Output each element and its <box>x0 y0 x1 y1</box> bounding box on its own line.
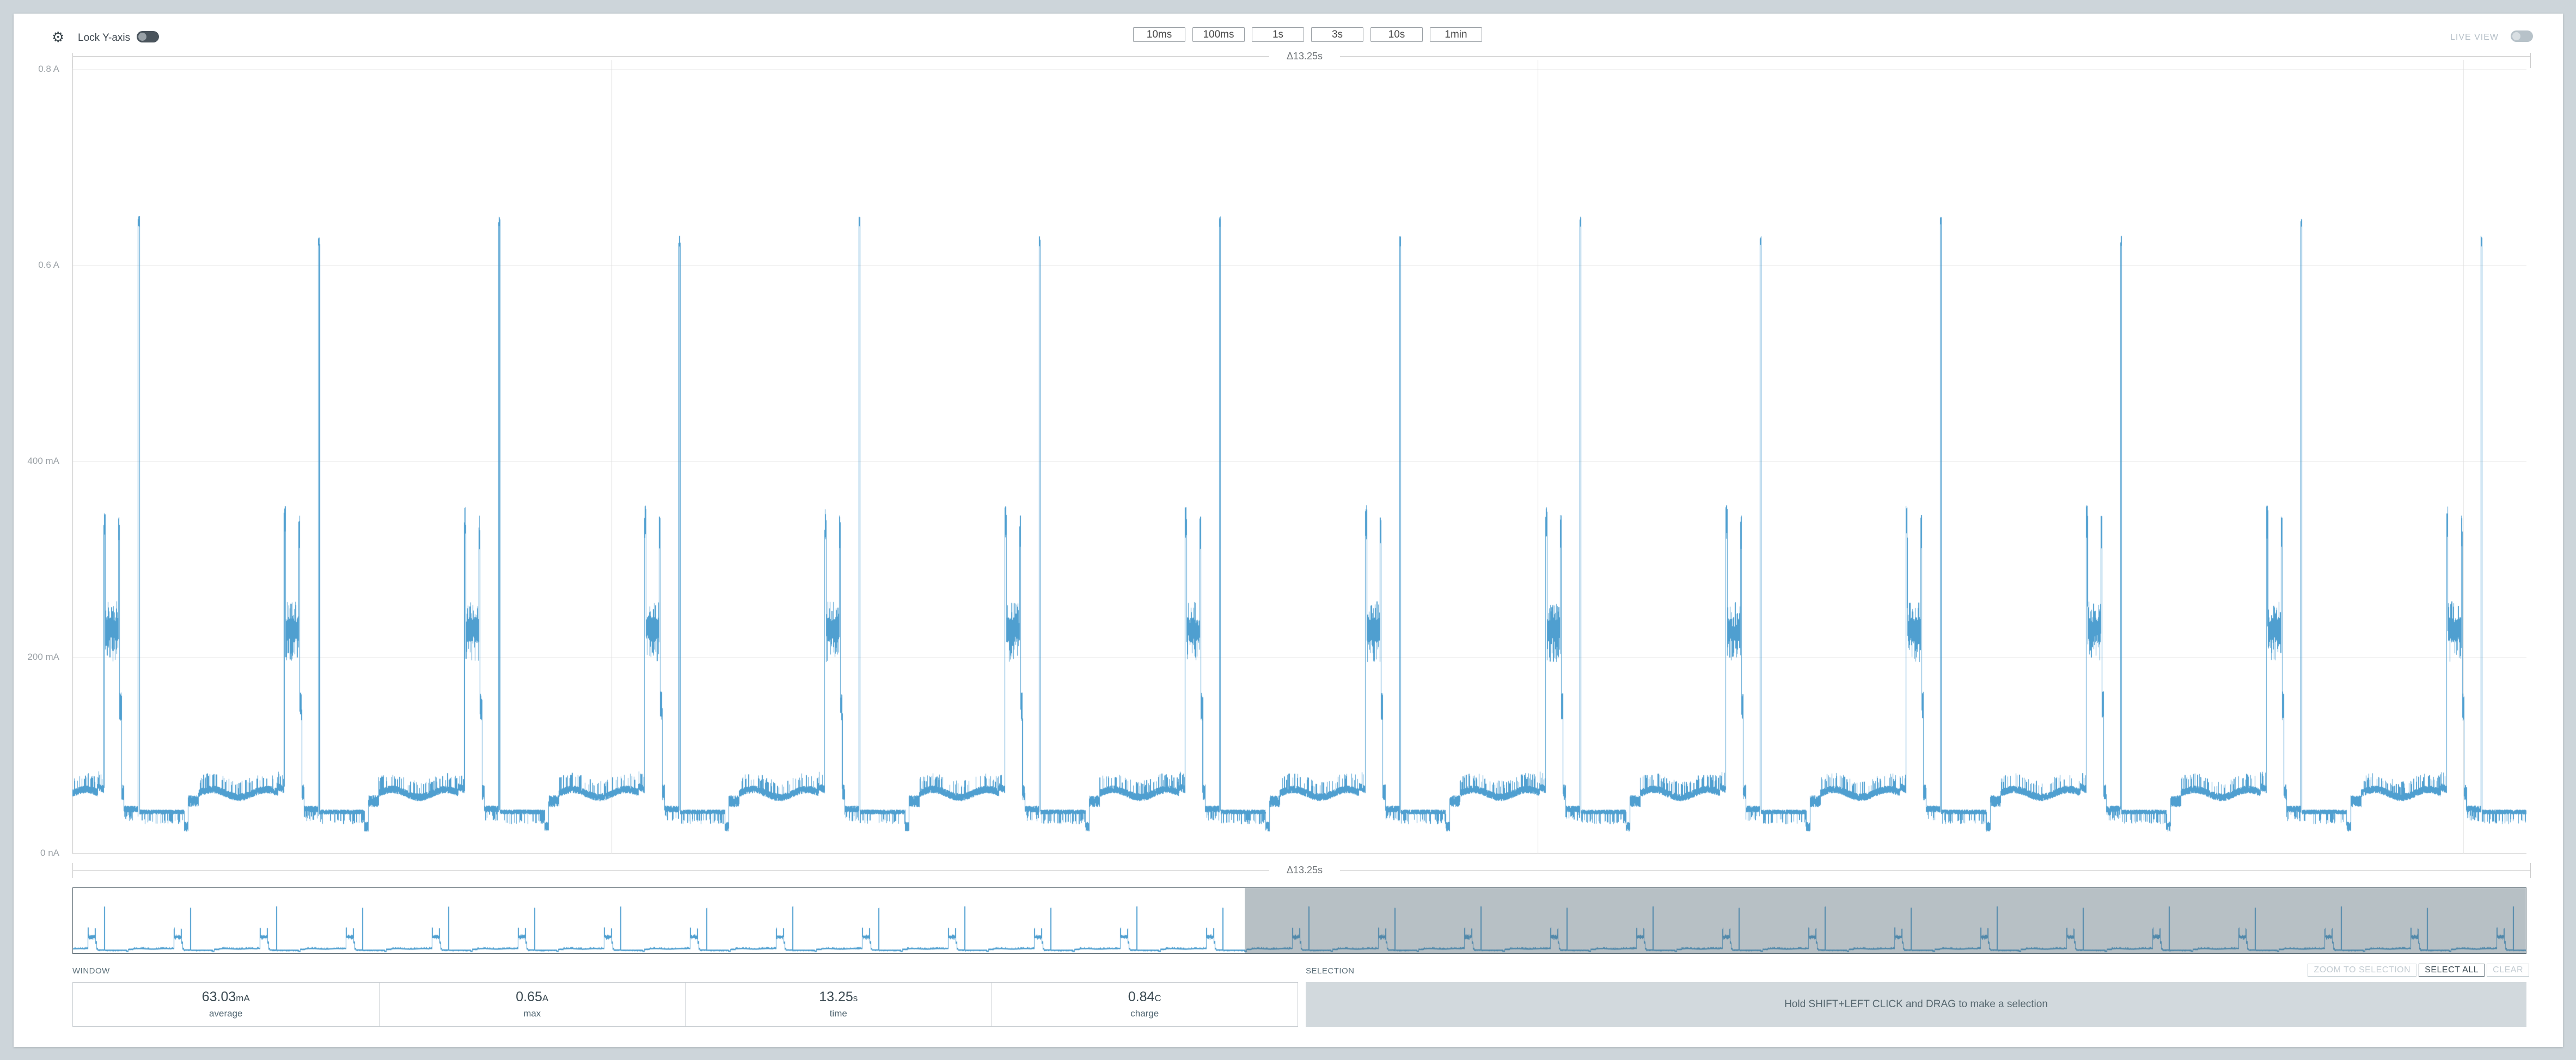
stat-charge-value: 0.84 <box>1128 989 1155 1004</box>
bottom-ruler-tick-right <box>2530 863 2531 878</box>
minimap-outside-window-overlay[interactable] <box>1245 887 2526 954</box>
app-card: ⚙ Lock Y-axis 10ms 100ms 1s 3s 10s 1min … <box>14 14 2563 1047</box>
window-section-label: WINDOW <box>72 966 110 976</box>
y-tick-0.6A: 0.6 A <box>38 260 59 271</box>
zoom-to-selection-button[interactable]: ZOOM TO SELECTION <box>2308 964 2416 977</box>
stat-max-value: 0.65 <box>516 989 542 1004</box>
stat-time-label: time <box>830 1008 847 1019</box>
stat-time: 13.25s time <box>686 983 992 1026</box>
stat-max: 0.65A max <box>380 983 686 1026</box>
y-tick-400mA: 400 mA <box>27 456 59 467</box>
live-view-toggle-knob <box>2512 32 2520 40</box>
lock-y-axis-toggle-knob <box>138 33 146 41</box>
bottom-ruler-line-right <box>1340 870 2531 871</box>
settings-gear-icon[interactable]: ⚙ <box>52 30 64 44</box>
selection-hint-text: Hold SHIFT+LEFT CLICK and DRAG to make a… <box>1784 998 2048 1010</box>
clear-selection-button[interactable]: CLEAR <box>2487 964 2529 977</box>
bottom-delta-label: Δ13.25s <box>1279 865 1330 876</box>
stat-average: 63.03mA average <box>73 983 380 1026</box>
window-button-10s[interactable]: 10s <box>1370 27 1423 42</box>
y-tick-0.8A: 0.8 A <box>38 64 59 75</box>
recording-minimap[interactable] <box>72 887 2526 954</box>
y-tick-0nA: 0 nA <box>40 848 59 859</box>
stat-time-value: 13.25 <box>819 989 853 1004</box>
lock-y-axis-label: Lock Y-axis <box>78 32 130 44</box>
current-trace-chart[interactable] <box>72 60 2526 854</box>
selection-action-buttons: ZOOM TO SELECTION SELECT ALL CLEAR <box>2308 964 2529 977</box>
live-view-label: LIVE VIEW <box>2450 33 2499 42</box>
window-button-1min[interactable]: 1min <box>1430 27 1482 42</box>
select-all-button[interactable]: SELECT ALL <box>2419 964 2485 977</box>
stat-charge-unit: C <box>1154 993 1161 1003</box>
top-ruler-line-left <box>72 56 1269 57</box>
window-button-3s[interactable]: 3s <box>1311 27 1363 42</box>
lock-y-axis-toggle[interactable] <box>137 31 159 42</box>
power-profiler-app: { "header": { "lock_y_axis_label": "Lock… <box>0 0 2576 1060</box>
bottom-ruler-tick-left <box>72 863 73 878</box>
stat-charge-label: charge <box>1130 1008 1159 1019</box>
stat-average-unit: mA <box>236 993 250 1003</box>
window-button-100ms[interactable]: 100ms <box>1192 27 1245 42</box>
window-stats-panel: 63.03mA average 0.65A max 13.25s time 0.… <box>72 982 1298 1027</box>
live-view-toggle[interactable] <box>2511 30 2533 42</box>
window-duration-button-group: 10ms 100ms 1s 3s 10s 1min <box>1133 27 1482 42</box>
top-ruler-tick-right <box>2530 53 2531 68</box>
window-button-10ms[interactable]: 10ms <box>1133 27 1185 42</box>
stat-charge: 0.84C charge <box>992 983 1298 1026</box>
stat-average-value: 63.03 <box>202 989 236 1004</box>
stat-max-label: max <box>523 1008 541 1019</box>
window-button-1s[interactable]: 1s <box>1252 27 1304 42</box>
stat-max-unit: A <box>542 993 548 1003</box>
stat-time-unit: s <box>853 993 858 1003</box>
bottom-ruler-line-left <box>72 870 1269 871</box>
selection-stats-panel[interactable]: Hold SHIFT+LEFT CLICK and DRAG to make a… <box>1306 982 2526 1027</box>
stat-average-label: average <box>209 1008 242 1019</box>
y-tick-200mA: 200 mA <box>27 652 59 663</box>
top-ruler-line-right <box>1340 56 2531 57</box>
selection-section-label: SELECTION <box>1306 966 1355 976</box>
